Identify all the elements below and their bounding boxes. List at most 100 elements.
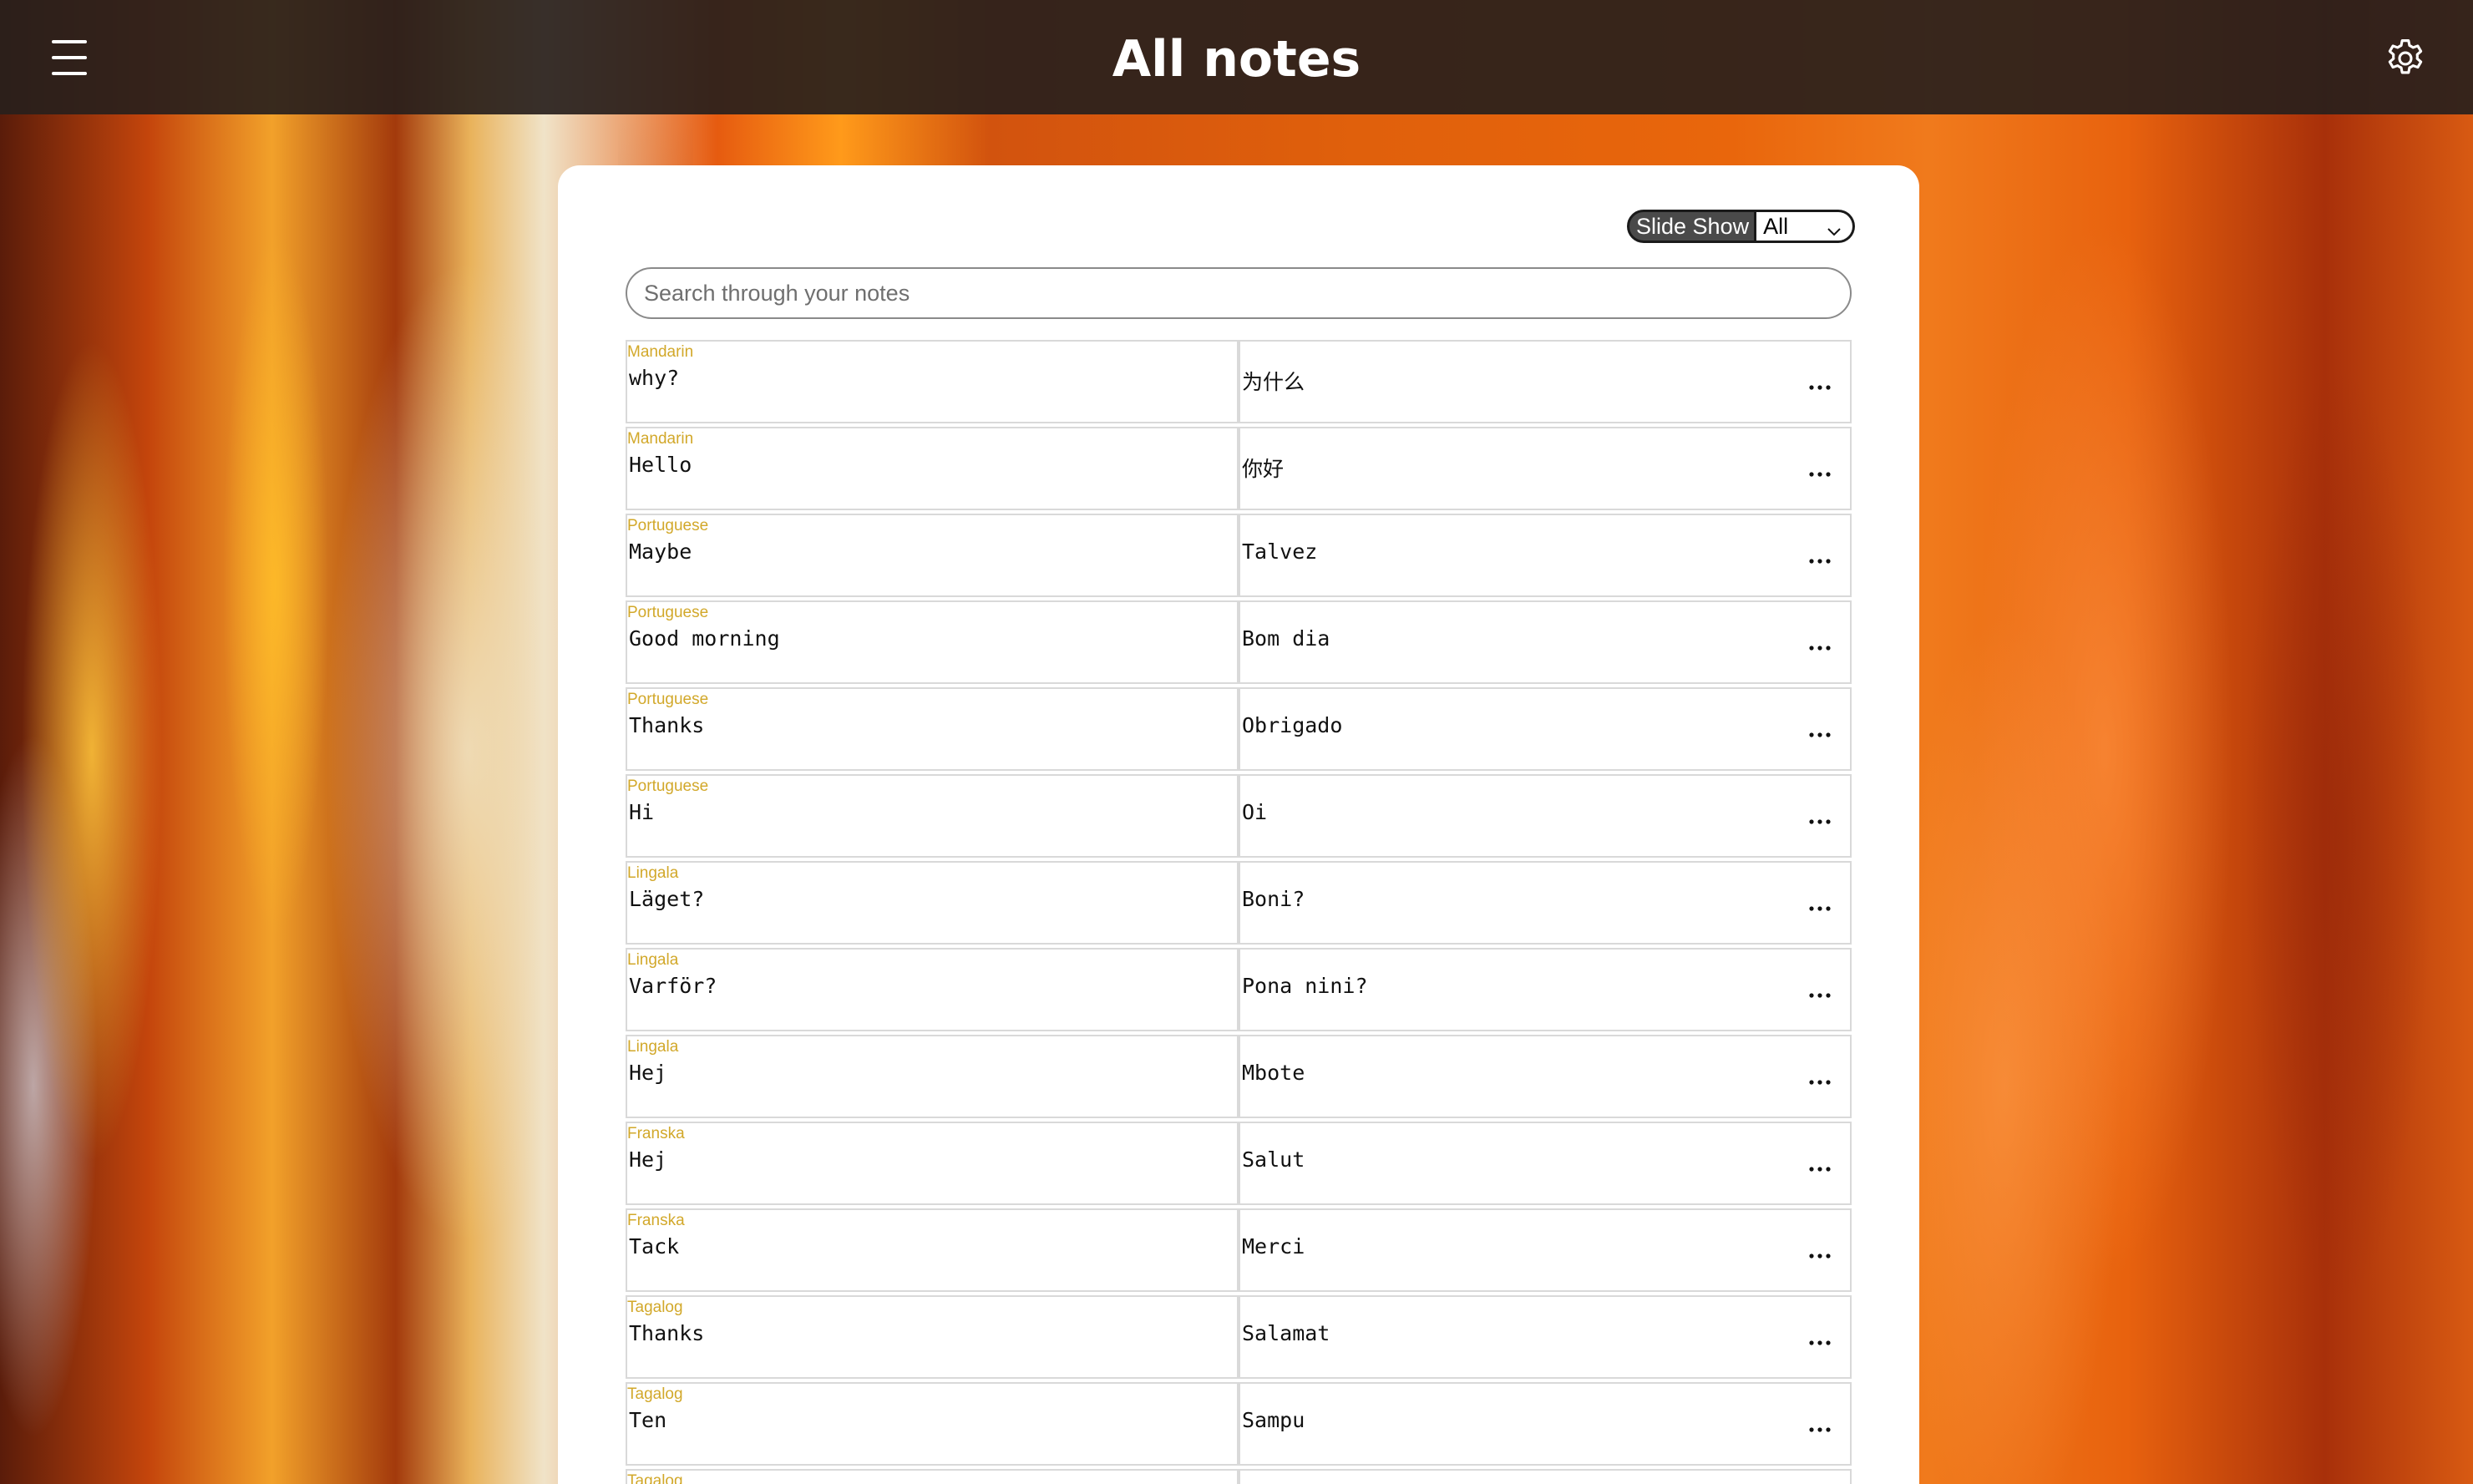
- note-language-label: Mandarin: [627, 343, 694, 361]
- note-language-label: Lingala: [627, 951, 679, 969]
- note-back-cell[interactable]: Sampu: [1239, 1382, 1852, 1466]
- note-back-cell[interactable]: Salamat: [1239, 1295, 1852, 1379]
- note-back-text: Salamat: [1242, 1321, 1330, 1345]
- note-front-text: Läget?: [629, 887, 705, 911]
- note-language-label: Portuguese: [627, 777, 709, 795]
- note-front-cell[interactable]: Franska Tack: [626, 1208, 1239, 1292]
- note-back-text: Salut: [1242, 1147, 1305, 1172]
- note-back-cell[interactable]: 你好: [1239, 427, 1852, 510]
- note-row: Tagalog: [626, 1469, 1852, 1484]
- note-back-text: Obrigado: [1242, 713, 1343, 737]
- note-language-label: Mandarin: [627, 430, 694, 448]
- gear-icon[interactable]: [2383, 36, 2428, 81]
- note-back-cell[interactable]: Talvez: [1239, 514, 1852, 597]
- note-front-cell[interactable]: Tagalog Ten: [626, 1382, 1239, 1466]
- note-back-text: Oi: [1242, 800, 1268, 824]
- note-language-label: Portuguese: [627, 604, 709, 621]
- note-front-text: Maybe: [629, 539, 692, 564]
- note-row: Portuguese Maybe Talvez: [626, 514, 1852, 600]
- more-options-icon[interactable]: [1808, 1421, 1832, 1432]
- more-options-icon[interactable]: [1808, 1074, 1832, 1085]
- note-back-cell[interactable]: Boni?: [1239, 861, 1852, 945]
- more-options-icon[interactable]: [1808, 640, 1832, 651]
- note-front-cell[interactable]: Lingala Varför?: [626, 948, 1239, 1031]
- note-front-cell[interactable]: Mandarin Hello: [626, 427, 1239, 510]
- note-front-text: Ten: [629, 1408, 667, 1432]
- note-front-text: why?: [629, 366, 680, 390]
- note-front-text: Good morning: [629, 626, 780, 651]
- search-input[interactable]: [626, 267, 1852, 319]
- more-options-icon[interactable]: [1808, 553, 1832, 564]
- note-front-cell[interactable]: Tagalog: [626, 1469, 1239, 1484]
- menu-line: [52, 40, 87, 43]
- app-window: All notes Slide Show All Mandarin why? 为什么…: [0, 0, 2473, 1484]
- note-row: Tagalog Ten Sampu: [626, 1382, 1852, 1469]
- filter-selected-value: All: [1763, 214, 1789, 239]
- note-language-label: Tagalog: [627, 1472, 683, 1484]
- note-front-cell[interactable]: Lingala Läget?: [626, 861, 1239, 945]
- note-front-text: Hej: [629, 1061, 667, 1085]
- note-language-label: Tagalog: [627, 1385, 683, 1403]
- language-filter-select[interactable]: All: [1756, 210, 1856, 246]
- note-row: Franska Hej Salut: [626, 1122, 1852, 1208]
- note-back-text: Sampu: [1242, 1408, 1305, 1432]
- slideshow-button[interactable]: Slide Show: [1627, 210, 1757, 243]
- note-row: Mandarin Hello 你好: [626, 427, 1852, 514]
- note-row: Portuguese Good morning Bom dia: [626, 600, 1852, 687]
- more-options-icon[interactable]: [1808, 466, 1832, 477]
- more-options-icon[interactable]: [1808, 379, 1832, 390]
- note-back-text: 为什么: [1242, 370, 1305, 394]
- hamburger-menu-icon[interactable]: [52, 40, 87, 75]
- note-front-cell[interactable]: Mandarin why?: [626, 340, 1239, 423]
- note-front-text: Thanks: [629, 1321, 705, 1345]
- note-row: Portuguese Thanks Obrigado: [626, 687, 1852, 774]
- more-options-icon[interactable]: [1808, 900, 1832, 911]
- note-back-cell[interactable]: Oi: [1239, 774, 1852, 858]
- more-options-icon[interactable]: [1808, 1248, 1832, 1259]
- note-front-text: Hi: [629, 800, 655, 824]
- note-back-cell[interactable]: Obrigado: [1239, 687, 1852, 771]
- more-options-icon[interactable]: [1808, 813, 1832, 824]
- note-row: Tagalog Thanks Salamat: [626, 1295, 1852, 1382]
- note-front-cell[interactable]: Franska Hej: [626, 1122, 1239, 1205]
- note-language-label: Portuguese: [627, 517, 709, 534]
- note-front-cell[interactable]: Portuguese Thanks: [626, 687, 1239, 771]
- note-front-cell[interactable]: Portuguese Maybe: [626, 514, 1239, 597]
- note-back-text: Merci: [1242, 1234, 1305, 1259]
- note-back-text: 你好: [1242, 457, 1285, 481]
- note-back-cell[interactable]: Salut: [1239, 1122, 1852, 1205]
- note-back-text: Bom dia: [1242, 626, 1330, 651]
- more-options-icon[interactable]: [1808, 727, 1832, 737]
- note-back-text: Pona nini?: [1242, 974, 1368, 998]
- note-front-cell[interactable]: Tagalog Thanks: [626, 1295, 1239, 1379]
- note-front-cell[interactable]: Portuguese Hi: [626, 774, 1239, 858]
- more-options-icon[interactable]: [1808, 1335, 1832, 1345]
- note-language-label: Portuguese: [627, 691, 709, 708]
- chevron-down-icon: [1826, 218, 1842, 246]
- note-back-cell[interactable]: Mbote: [1239, 1035, 1852, 1118]
- note-front-text: Hej: [629, 1147, 667, 1172]
- note-row: Lingala Läget? Boni?: [626, 861, 1852, 948]
- more-options-icon[interactable]: [1808, 987, 1832, 998]
- note-row: Lingala Hej Mbote: [626, 1035, 1852, 1122]
- note-language-label: Tagalog: [627, 1299, 683, 1316]
- more-options-icon[interactable]: [1808, 1161, 1832, 1172]
- notes-list: Mandarin why? 为什么 Mandarin Hello 你好 Portuguese…: [626, 340, 1852, 1484]
- note-language-label: Franska: [627, 1125, 685, 1142]
- note-back-text: Talvez: [1242, 539, 1318, 564]
- note-back-cell[interactable]: Bom dia: [1239, 600, 1852, 684]
- note-row: Portuguese Hi Oi: [626, 774, 1852, 861]
- note-front-cell[interactable]: Portuguese Good morning: [626, 600, 1239, 684]
- note-back-cell[interactable]: [1239, 1469, 1852, 1484]
- note-back-cell[interactable]: Merci: [1239, 1208, 1852, 1292]
- note-front-text: Hello: [629, 453, 692, 477]
- notes-card: Slide Show All Mandarin why? 为什么 Mandarin He…: [558, 165, 1919, 1484]
- note-row: Lingala Varför? Pona nini?: [626, 948, 1852, 1035]
- note-front-cell[interactable]: Lingala Hej: [626, 1035, 1239, 1118]
- note-back-text: Mbote: [1242, 1061, 1305, 1085]
- note-back-cell[interactable]: 为什么: [1239, 340, 1852, 423]
- note-back-text: Boni?: [1242, 887, 1305, 911]
- note-row: Mandarin why? 为什么: [626, 340, 1852, 427]
- note-language-label: Lingala: [627, 864, 679, 882]
- note-back-cell[interactable]: Pona nini?: [1239, 948, 1852, 1031]
